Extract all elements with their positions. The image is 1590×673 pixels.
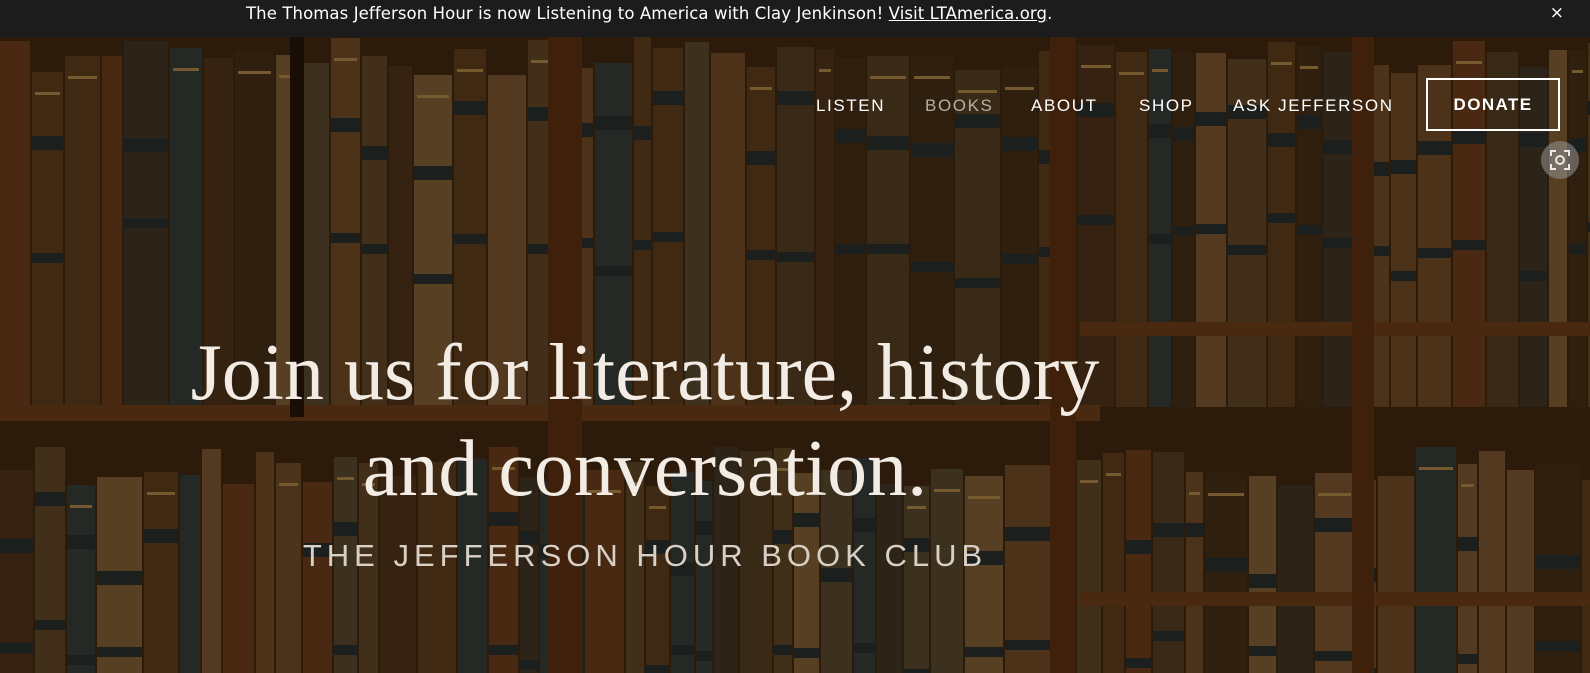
announcement-bar: The Thomas Jefferson Hour is now Listeni… bbox=[0, 0, 1590, 37]
lens-glyph bbox=[1550, 150, 1570, 170]
nav-item-about[interactable]: ABOUT bbox=[1031, 96, 1098, 116]
headline-line-2: and conversation. bbox=[362, 425, 928, 513]
hero-subheadline: THE JEFFERSON HOUR BOOK CLUB bbox=[302, 538, 988, 573]
headline-line-1: Join us for literature, history bbox=[190, 329, 1100, 417]
nav-item-shop[interactable]: SHOP bbox=[1139, 96, 1194, 116]
close-icon[interactable]: × bbox=[1550, 3, 1564, 23]
main-navigation: LISTEN BOOKS ABOUT SHOP ASK JEFFERSON bbox=[0, 96, 1590, 120]
announcement-trailing: . bbox=[1047, 4, 1053, 23]
nav-item-books[interactable]: BOOKS bbox=[925, 96, 993, 116]
announcement-text: The Thomas Jefferson Hour is now Listeni… bbox=[246, 4, 884, 23]
nav-item-ask-jefferson[interactable]: ASK JEFFERSON bbox=[1233, 96, 1394, 116]
hero-headline: Join us for literature, history and conv… bbox=[130, 325, 1160, 517]
nav-item-listen[interactable]: LISTEN bbox=[816, 96, 885, 116]
image-search-icon[interactable] bbox=[1541, 141, 1579, 179]
announcement-link[interactable]: Visit LTAmerica.org bbox=[889, 4, 1047, 23]
announcement-message: The Thomas Jefferson Hour is now Listeni… bbox=[246, 4, 1052, 23]
donate-button[interactable]: DONATE bbox=[1426, 78, 1560, 131]
